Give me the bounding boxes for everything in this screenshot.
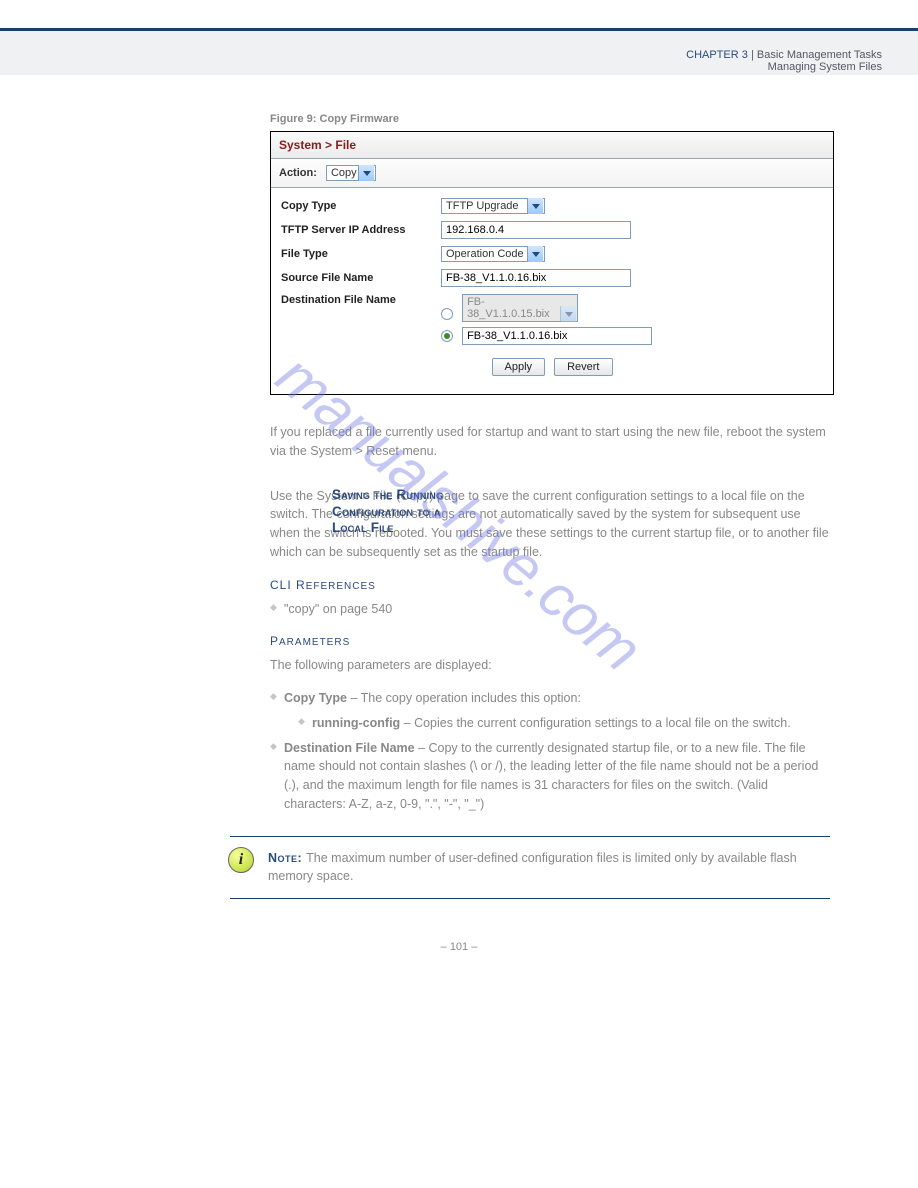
- chevron-down-icon: [560, 306, 576, 322]
- param-dest-file: Destination File Name – Copy to the curr…: [270, 739, 830, 814]
- cli-ref-list: "copy" on page 540: [270, 600, 830, 619]
- page-header: CHAPTER 3 | Basic Management Tasks Manag…: [0, 39, 918, 49]
- chapter-line1: CHAPTER 3: [686, 49, 751, 61]
- radio-dest-existing[interactable]: [441, 308, 453, 320]
- info-icon: i: [228, 847, 254, 873]
- row-source-file: Source File Name: [281, 269, 823, 287]
- cli-head-2: EFERENCES: [306, 581, 376, 592]
- panel-action-bar: Action: Copy: [271, 159, 833, 188]
- label-file-type: File Type: [281, 248, 441, 260]
- chapter-left: [36, 49, 39, 61]
- label-copy-type: Copy Type: [281, 200, 441, 212]
- note-label: Note:: [268, 851, 306, 865]
- apply-button[interactable]: Apply: [492, 358, 546, 376]
- chapter-right: CHAPTER 3 | Basic Management Tasks Manag…: [686, 49, 882, 73]
- action-value: Copy: [331, 167, 357, 179]
- chevron-down-icon[interactable]: [527, 246, 543, 262]
- panel-button-row: Apply Revert: [281, 352, 823, 384]
- subhead-cli-references: CLI REFERENCES: [270, 576, 830, 594]
- chevron-down-icon[interactable]: [527, 198, 543, 214]
- copy-type-value: TFTP Upgrade: [446, 200, 519, 212]
- label-tftp-ip: TFTP Server IP Address: [281, 224, 441, 236]
- dest-existing-value: FB-38_V1.1.0.15.bix: [467, 296, 550, 320]
- row-copy-type: Copy Type TFTP Upgrade: [281, 198, 823, 214]
- param-head-2: ARAMETERS: [279, 637, 350, 648]
- panel-body: Copy Type TFTP Upgrade TFTP Server IP Ad…: [271, 188, 833, 394]
- param-dest-file-lead: Destination File Name: [284, 741, 415, 755]
- para-replace-reboot: If you replaced a file currently used fo…: [270, 423, 830, 461]
- cli-head-1: CLI R: [270, 578, 306, 592]
- side-heading-saving: Saving the Running Configuration to a Lo…: [332, 487, 466, 538]
- chapter-title: Basic Management Tasks: [757, 49, 882, 61]
- param-copy-type: Copy Type – The copy operation includes …: [270, 689, 830, 733]
- row-tftp-ip: TFTP Server IP Address: [281, 221, 823, 239]
- revert-button[interactable]: Revert: [554, 358, 612, 376]
- row-file-type: File Type Operation Code: [281, 246, 823, 262]
- page-number: – 101 –: [60, 941, 858, 953]
- param-list: Copy Type – The copy operation includes …: [270, 689, 830, 814]
- chapter-prefix: C: [686, 49, 694, 61]
- param-copy-type-rest: – The copy operation includes this optio…: [347, 691, 581, 705]
- chapter-word: HAPTER: [694, 49, 739, 61]
- param-copy-type-lead: Copy Type: [284, 691, 347, 705]
- note-body: The maximum number of user-defined confi…: [268, 851, 797, 884]
- row-destination-file: Destination File Name FB-38_V1.1.0.15.bi…: [281, 294, 823, 345]
- note-text: Note: The maximum number of user-defined…: [268, 849, 830, 887]
- body-text: If you replaced a file currently used fo…: [270, 423, 830, 814]
- action-label: Action:: [279, 167, 317, 179]
- param-running-config-rest: – Copies the current configuration setti…: [400, 716, 791, 730]
- param-intro: The following parameters are displayed:: [270, 656, 830, 675]
- tftp-ip-input[interactable]: [441, 221, 631, 239]
- dest-new-input[interactable]: [462, 327, 652, 345]
- param-running-config-lead: running-config: [312, 716, 400, 730]
- label-source-file: Source File Name: [281, 272, 441, 284]
- cli-ref-item: "copy" on page 540: [270, 600, 830, 619]
- file-type-value: Operation Code: [446, 248, 524, 260]
- chevron-down-icon[interactable]: [358, 165, 374, 181]
- param-head-1: P: [270, 634, 279, 648]
- label-destination-file: Destination File Name: [281, 294, 441, 306]
- chapter-subtitle: Managing System Files: [768, 61, 882, 73]
- figure-caption: Figure 9: Copy Firmware: [270, 113, 858, 125]
- panel-breadcrumb: System > File: [271, 132, 833, 159]
- param-copy-type-sub: running-config – Copies the current conf…: [298, 714, 830, 733]
- subhead-parameters: PARAMETERS: [270, 632, 830, 650]
- source-file-input[interactable]: [441, 269, 631, 287]
- radio-dest-new[interactable]: [441, 330, 453, 342]
- destination-options: FB-38_V1.1.0.15.bix: [441, 294, 652, 345]
- chapter-num: 3: [742, 49, 748, 61]
- figure-block: Figure 9: Copy Firmware System > File Ac…: [270, 113, 858, 395]
- file-copy-panel: System > File Action: Copy Copy Type TFT…: [270, 131, 834, 395]
- figure-caption-text: Figure 9: Copy Firmware: [270, 113, 399, 125]
- note-block: i Note: The maximum number of user-defin…: [230, 836, 830, 900]
